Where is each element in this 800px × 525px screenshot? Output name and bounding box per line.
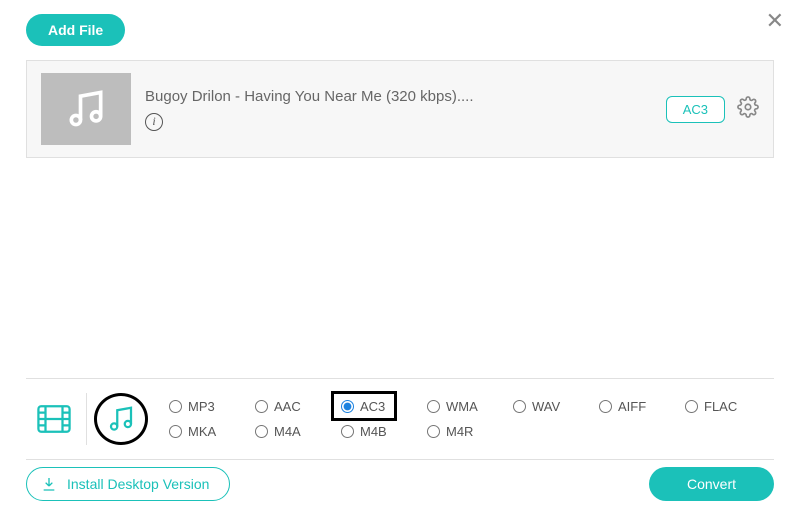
format-label: WAV (532, 399, 560, 414)
video-tab[interactable] (26, 404, 82, 434)
format-label: AC3 (360, 399, 385, 414)
format-option-ac3[interactable]: AC3 (337, 397, 423, 416)
format-section: MP3 AAC AC3 WMA WAV AIFF FLAC MKA M4A M4B M4R (26, 378, 774, 460)
file-meta: Bugoy Drilon - Having You Near Me (320 k… (145, 88, 652, 131)
format-option-aac[interactable]: AAC (251, 397, 337, 416)
format-label: MP3 (188, 399, 215, 414)
highlight-circle (94, 393, 148, 445)
install-desktop-button[interactable]: Install Desktop Version (26, 467, 230, 501)
file-thumbnail (41, 73, 131, 145)
format-badge[interactable]: AC3 (666, 96, 725, 123)
info-icon[interactable]: i (145, 113, 163, 131)
audio-tab[interactable] (91, 389, 151, 449)
format-radio[interactable] (341, 400, 354, 413)
format-option-m4b[interactable]: M4B (337, 422, 423, 441)
format-radio[interactable] (255, 400, 268, 413)
file-title: Bugoy Drilon - Having You Near Me (320 k… (145, 88, 652, 105)
add-file-button[interactable]: Add File (26, 14, 125, 46)
gear-icon[interactable] (737, 96, 759, 123)
format-option-m4r[interactable]: M4R (423, 422, 509, 441)
format-label: FLAC (704, 399, 737, 414)
format-option-mka[interactable]: MKA (165, 422, 251, 441)
format-label: M4B (360, 424, 387, 439)
format-option-flac[interactable]: FLAC (681, 397, 767, 416)
format-label: AAC (274, 399, 301, 414)
format-option-aiff[interactable]: AIFF (595, 397, 681, 416)
format-label: MKA (188, 424, 216, 439)
format-radio[interactable] (341, 425, 354, 438)
format-radio[interactable] (427, 425, 440, 438)
convert-button[interactable]: Convert (649, 467, 774, 501)
divider (86, 393, 87, 445)
format-radio[interactable] (513, 400, 526, 413)
format-option-wma[interactable]: WMA (423, 397, 509, 416)
file-row: Bugoy Drilon - Having You Near Me (320 k… (26, 60, 774, 158)
music-icon (64, 87, 108, 131)
format-radio[interactable] (685, 400, 698, 413)
install-label: Install Desktop Version (67, 476, 209, 492)
format-radio[interactable] (169, 425, 182, 438)
download-icon (41, 476, 57, 492)
format-option-m4a[interactable]: M4A (251, 422, 337, 441)
format-label: M4R (446, 424, 473, 439)
video-icon (37, 404, 71, 434)
format-label: AIFF (618, 399, 646, 414)
format-radio[interactable] (599, 400, 612, 413)
format-label: WMA (446, 399, 478, 414)
format-option-mp3[interactable]: MP3 (165, 397, 251, 416)
format-radio[interactable] (427, 400, 440, 413)
format-radio[interactable] (255, 425, 268, 438)
close-icon[interactable]: ✕ (766, 8, 784, 34)
format-radio[interactable] (169, 400, 182, 413)
footer: Install Desktop Version Convert (26, 467, 774, 501)
format-option-wav[interactable]: WAV (509, 397, 595, 416)
format-label: M4A (274, 424, 301, 439)
